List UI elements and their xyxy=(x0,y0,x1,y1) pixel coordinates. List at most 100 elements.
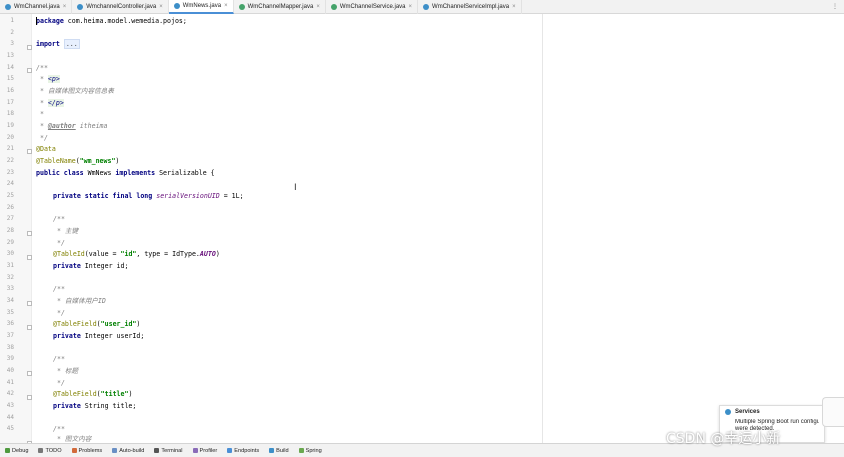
close-icon[interactable]: × xyxy=(316,4,320,10)
tool-label: Auto-build xyxy=(119,447,145,454)
annotation: @TableName xyxy=(36,157,76,165)
close-icon[interactable]: × xyxy=(224,3,228,9)
java-class-icon xyxy=(5,4,11,10)
side-panel-toggle[interactable] xyxy=(822,397,844,427)
line-number: 43 xyxy=(6,402,14,409)
line-number: 23 xyxy=(6,169,14,176)
annotation: @TableId xyxy=(53,250,85,258)
string-literal: "user_id" xyxy=(100,320,137,328)
code-line: @TableField("user_id") xyxy=(53,320,140,328)
line-number: 30 xyxy=(6,250,14,257)
package-name: com.heima.model.wemedia.pojos; xyxy=(63,17,187,25)
terminal-tool-button[interactable]: Terminal xyxy=(149,448,187,454)
line-number: 42 xyxy=(6,390,14,397)
code-line: * @author itheima xyxy=(36,122,108,130)
java-interface-icon xyxy=(238,4,245,10)
fold-doc-comment-icon[interactable] xyxy=(27,68,32,73)
tool-label: Problems xyxy=(78,447,103,454)
problems-icon xyxy=(71,448,77,453)
line-number: 41 xyxy=(6,379,14,386)
spring-tool-button[interactable]: Spring xyxy=(294,448,327,454)
line-number: 45 xyxy=(6,425,14,432)
fold-doc-comment-icon[interactable] xyxy=(27,149,32,154)
line-number: 21 xyxy=(6,145,14,152)
keyword: package xyxy=(36,17,64,25)
annotation: @TableField xyxy=(53,320,97,328)
line-number: 29 xyxy=(6,239,14,246)
code-text: Serializable { xyxy=(155,169,215,177)
fold-doc-comment-icon[interactable] xyxy=(27,371,32,376)
line-number: 33 xyxy=(6,285,14,292)
java-class-icon xyxy=(77,4,84,10)
close-icon[interactable]: × xyxy=(512,4,516,10)
tool-label: Build xyxy=(276,447,289,454)
tab-wmnews[interactable]: WmNews.java × xyxy=(168,0,234,14)
code-editor[interactable]: package com.heima.model.wemedia.pojos; i… xyxy=(36,14,543,443)
tab-wmchannelserviceimpl[interactable]: WmChannelServiceImpl.java × xyxy=(418,0,522,14)
code-line: */ xyxy=(53,309,65,317)
keyword: import xyxy=(36,40,60,48)
endpoints-icon xyxy=(227,448,233,453)
string-literal: "title" xyxy=(100,390,129,398)
editor-tab-bar: WmChannel.java × WmchannelController.java… xyxy=(0,0,844,14)
tab-label: WmChannelServiceImpl.java xyxy=(432,4,510,10)
tab-wmchannel[interactable]: WmChannel.java × xyxy=(0,0,73,14)
keyword: private xyxy=(53,262,81,270)
fold-doc-comment-icon[interactable] xyxy=(27,325,32,330)
close-icon[interactable]: × xyxy=(63,4,67,10)
code-line: /** xyxy=(53,285,65,293)
fold-doc-comment-icon[interactable] xyxy=(27,395,32,400)
debug-tool-button[interactable]: Debug xyxy=(0,448,33,454)
line-number: 39 xyxy=(6,355,14,362)
profiler-tool-button[interactable]: Profiler xyxy=(188,448,223,454)
fold-doc-comment-icon[interactable] xyxy=(27,231,32,236)
problems-tool-button[interactable]: Problems xyxy=(67,448,108,454)
fold-doc-comment-icon[interactable] xyxy=(27,255,32,260)
line-number-gutter[interactable]: 1 2 3 13 14 15 16 17 18 19 20 21 22 23 2… xyxy=(0,14,32,446)
tool-label: Endpoints xyxy=(234,447,260,454)
endpoints-tool-button[interactable]: Endpoints xyxy=(222,448,264,454)
tab-wmchannelservice[interactable]: WmChannelService.java × xyxy=(326,0,419,14)
todo-icon xyxy=(38,448,44,453)
code-line: /** xyxy=(53,215,65,223)
auto-build-tool-button[interactable]: Auto-build xyxy=(107,448,149,454)
code-line: private Integer userId; xyxy=(53,332,144,340)
line-number: 1 xyxy=(10,17,14,24)
tool-label: Terminal xyxy=(161,447,183,454)
more-tabs-icon[interactable]: ⋮ xyxy=(826,0,844,13)
close-icon[interactable]: × xyxy=(159,4,163,10)
code-line: @TableName("wm_news") xyxy=(36,157,119,165)
keyword: private static final long xyxy=(53,192,153,200)
tool-label: Spring xyxy=(305,447,322,454)
string-literal: "id" xyxy=(120,250,137,258)
line-number: 35 xyxy=(6,309,14,316)
mouse-ibeam-cursor-icon: I xyxy=(294,183,297,193)
close-icon[interactable]: × xyxy=(409,4,413,10)
line-number: 25 xyxy=(6,192,14,199)
tab-label: WmChannelMapper.java xyxy=(247,4,314,10)
tab-wmchannelcontroller[interactable]: WmchannelController.java × xyxy=(72,0,169,14)
auto-build-icon xyxy=(112,448,118,453)
tab-label: WmChannelService.java xyxy=(339,4,406,10)
line-number: 26 xyxy=(6,204,14,211)
fold-doc-comment-icon[interactable] xyxy=(27,301,32,306)
code-line: /** xyxy=(53,355,65,363)
comment-text: * xyxy=(36,122,48,130)
tool-label: TODO xyxy=(45,447,62,454)
code-line: * 标题 xyxy=(53,367,79,375)
csdn-watermark: CSDN @幸运小新 xyxy=(666,431,781,447)
code-line: private String title; xyxy=(53,402,136,410)
code-line: private static final long serialVersionU… xyxy=(53,192,244,200)
code-text: String title; xyxy=(80,402,137,410)
code-text: Integer userId; xyxy=(80,332,145,340)
build-tool-button[interactable]: Build xyxy=(264,448,293,454)
static-field: serialVersionUID xyxy=(156,192,220,200)
folded-imports[interactable]: ... xyxy=(63,39,80,49)
keyword: private xyxy=(53,332,81,340)
todo-tool-button[interactable]: TODO xyxy=(33,448,66,454)
fold-import-icon[interactable] xyxy=(27,45,32,50)
tab-wmchannelmapper[interactable]: WmChannelMapper.java × xyxy=(234,0,326,14)
line-number: 28 xyxy=(6,227,14,234)
code-line: private Integer id; xyxy=(53,262,128,270)
code-text: Integer id; xyxy=(80,262,129,270)
